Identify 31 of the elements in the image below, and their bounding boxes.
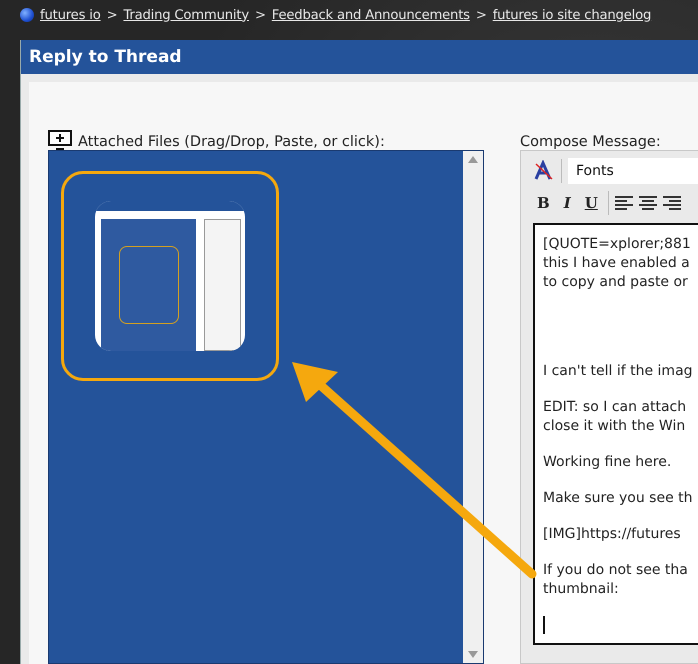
dialog-title: Reply to Thread <box>21 40 698 74</box>
align-right-icon[interactable] <box>662 196 681 210</box>
monitor-plus-icon[interactable] <box>48 130 72 150</box>
message-paragraph: I can't tell if the imag <box>543 362 694 381</box>
attachment-drop-zone[interactable] <box>48 150 484 664</box>
globe-icon <box>20 8 34 22</box>
breadcrumb-link[interactable]: Trading Community <box>123 8 249 22</box>
breadcrumb-link[interactable]: Feedback and Announcements <box>272 8 470 22</box>
compose-label: Compose Message: <box>520 134 661 150</box>
align-left-icon[interactable] <box>614 196 633 210</box>
message-textarea[interactable] <box>533 223 698 645</box>
message-paragraph: [IMG]https://futures <box>543 525 682 544</box>
underline-button[interactable]: U <box>580 194 602 212</box>
italic-button[interactable]: I <box>560 194 575 212</box>
message-paragraph: Make sure you see th <box>543 489 694 508</box>
font-select[interactable]: Fonts <box>568 158 698 184</box>
message-paragraph: [QUOTE=xplorer;881 this I have enabled a to copy and paste or <box>543 235 692 292</box>
remove-format-icon[interactable] <box>533 160 555 182</box>
breadcrumb-separator: > <box>476 8 487 22</box>
bold-button[interactable]: B <box>533 194 554 212</box>
attachments-label: Attached Files (Drag/Drop, Paste, or click): <box>78 134 385 150</box>
breadcrumb-link[interactable]: futures io <box>40 8 101 22</box>
align-center-icon[interactable] <box>638 196 657 210</box>
text-cursor <box>543 616 545 634</box>
breadcrumb-separator: > <box>106 8 118 22</box>
message-paragraph: If you do not see tha thumbnail: <box>543 561 689 599</box>
attachment-thumbnail[interactable] <box>61 171 279 381</box>
message-paragraph: Working fine here. <box>543 453 672 472</box>
breadcrumb-link[interactable]: futures io site changelog <box>492 8 652 22</box>
message-paragraph: EDIT: so I can attach close it with the Win <box>543 398 688 436</box>
breadcrumb-separator: > <box>254 8 266 22</box>
